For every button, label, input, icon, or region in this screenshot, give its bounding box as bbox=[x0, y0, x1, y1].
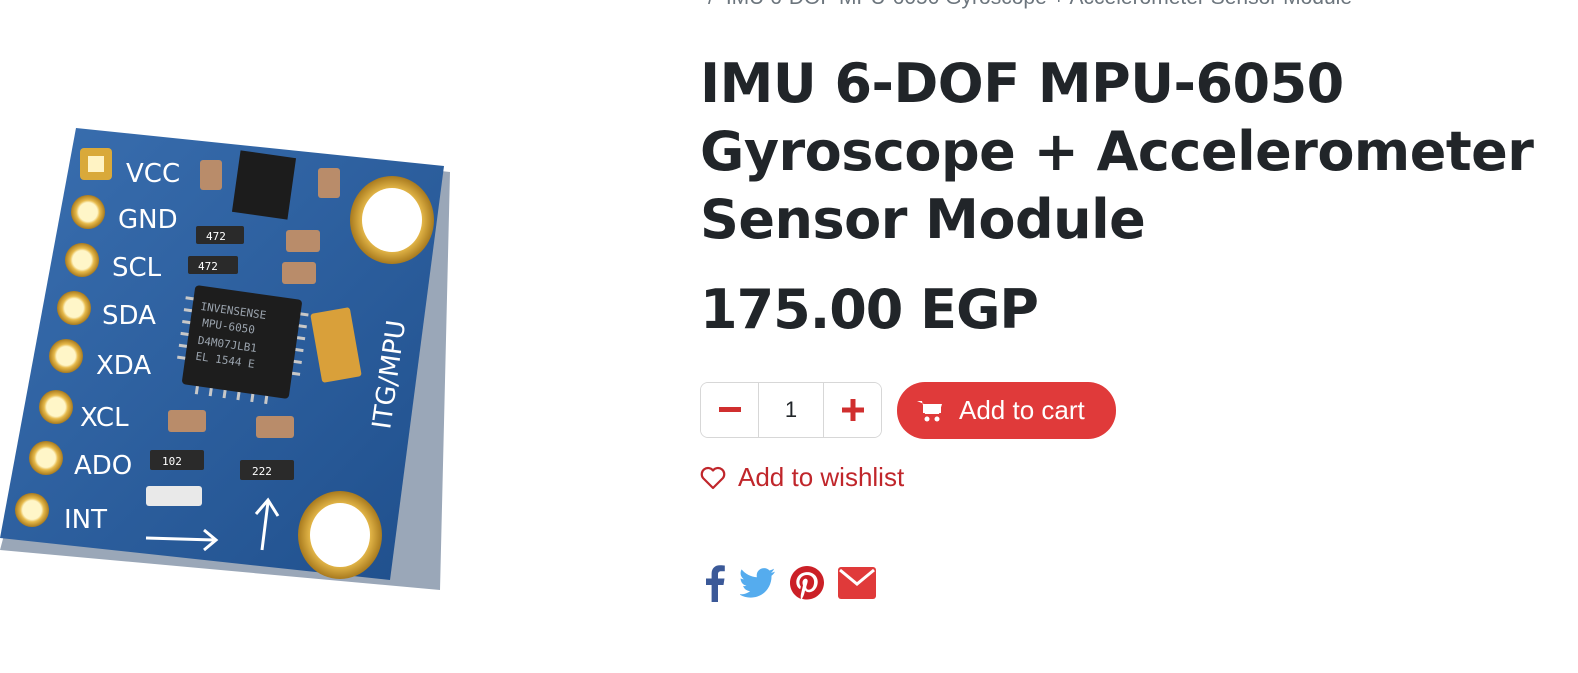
twitter-icon[interactable] bbox=[740, 562, 776, 604]
cart-icon bbox=[917, 399, 943, 423]
product-price: 175.00 EGP bbox=[700, 278, 1039, 341]
facebook-icon[interactable] bbox=[704, 562, 726, 604]
pin-label: VCC bbox=[126, 159, 180, 189]
pin-label: XCL bbox=[80, 403, 129, 433]
quantity-input[interactable] bbox=[758, 383, 824, 437]
pin-label: XDA bbox=[96, 351, 151, 381]
resistor-code: 102 bbox=[162, 455, 182, 468]
wishlist-label: Add to wishlist bbox=[738, 462, 905, 492]
increment-button[interactable] bbox=[824, 383, 881, 437]
add-to-cart-button[interactable]: Add to cart bbox=[897, 382, 1116, 439]
add-to-wishlist-link[interactable]: Add to wishlist bbox=[700, 462, 904, 493]
product-page: VCC GND SCL SDA XDA XCL ADO INT 472 472 … bbox=[0, 0, 1578, 673]
breadcrumb: / IMU 6-DOF MPU-6050 Gyroscope + Accelero… bbox=[708, 0, 1352, 10]
breadcrumb-separator: / bbox=[708, 0, 714, 9]
share-links bbox=[704, 562, 876, 604]
plus-icon bbox=[841, 399, 864, 421]
pin-label: ADO bbox=[74, 451, 132, 481]
heart-outline-icon bbox=[700, 466, 726, 490]
pin-label: GND bbox=[118, 205, 178, 235]
breadcrumb-current: IMU 6-DOF MPU-6050 Gyroscope + Accelerom… bbox=[726, 0, 1352, 9]
product-image: VCC GND SCL SDA XDA XCL ADO INT 472 472 … bbox=[0, 110, 470, 610]
pinterest-icon[interactable] bbox=[790, 562, 824, 604]
resistor-code: 472 bbox=[198, 260, 218, 273]
resistor-code: 472 bbox=[206, 230, 226, 243]
decrement-button[interactable] bbox=[701, 383, 758, 437]
pin-label: INT bbox=[64, 505, 107, 535]
resistor-code: 222 bbox=[252, 465, 272, 478]
product-title: IMU 6-DOF MPU-6050 Gyroscope + Accelerom… bbox=[700, 52, 1534, 251]
email-icon[interactable] bbox=[838, 562, 876, 604]
pin-label: SCL bbox=[112, 253, 162, 283]
add-to-cart-label: Add to cart bbox=[959, 395, 1085, 425]
minus-icon bbox=[718, 407, 741, 412]
pin-label: SDA bbox=[102, 301, 156, 331]
mpu6050-board-illustration: VCC GND SCL SDA XDA XCL ADO INT 472 472 … bbox=[0, 128, 450, 590]
quantity-stepper bbox=[700, 382, 882, 438]
